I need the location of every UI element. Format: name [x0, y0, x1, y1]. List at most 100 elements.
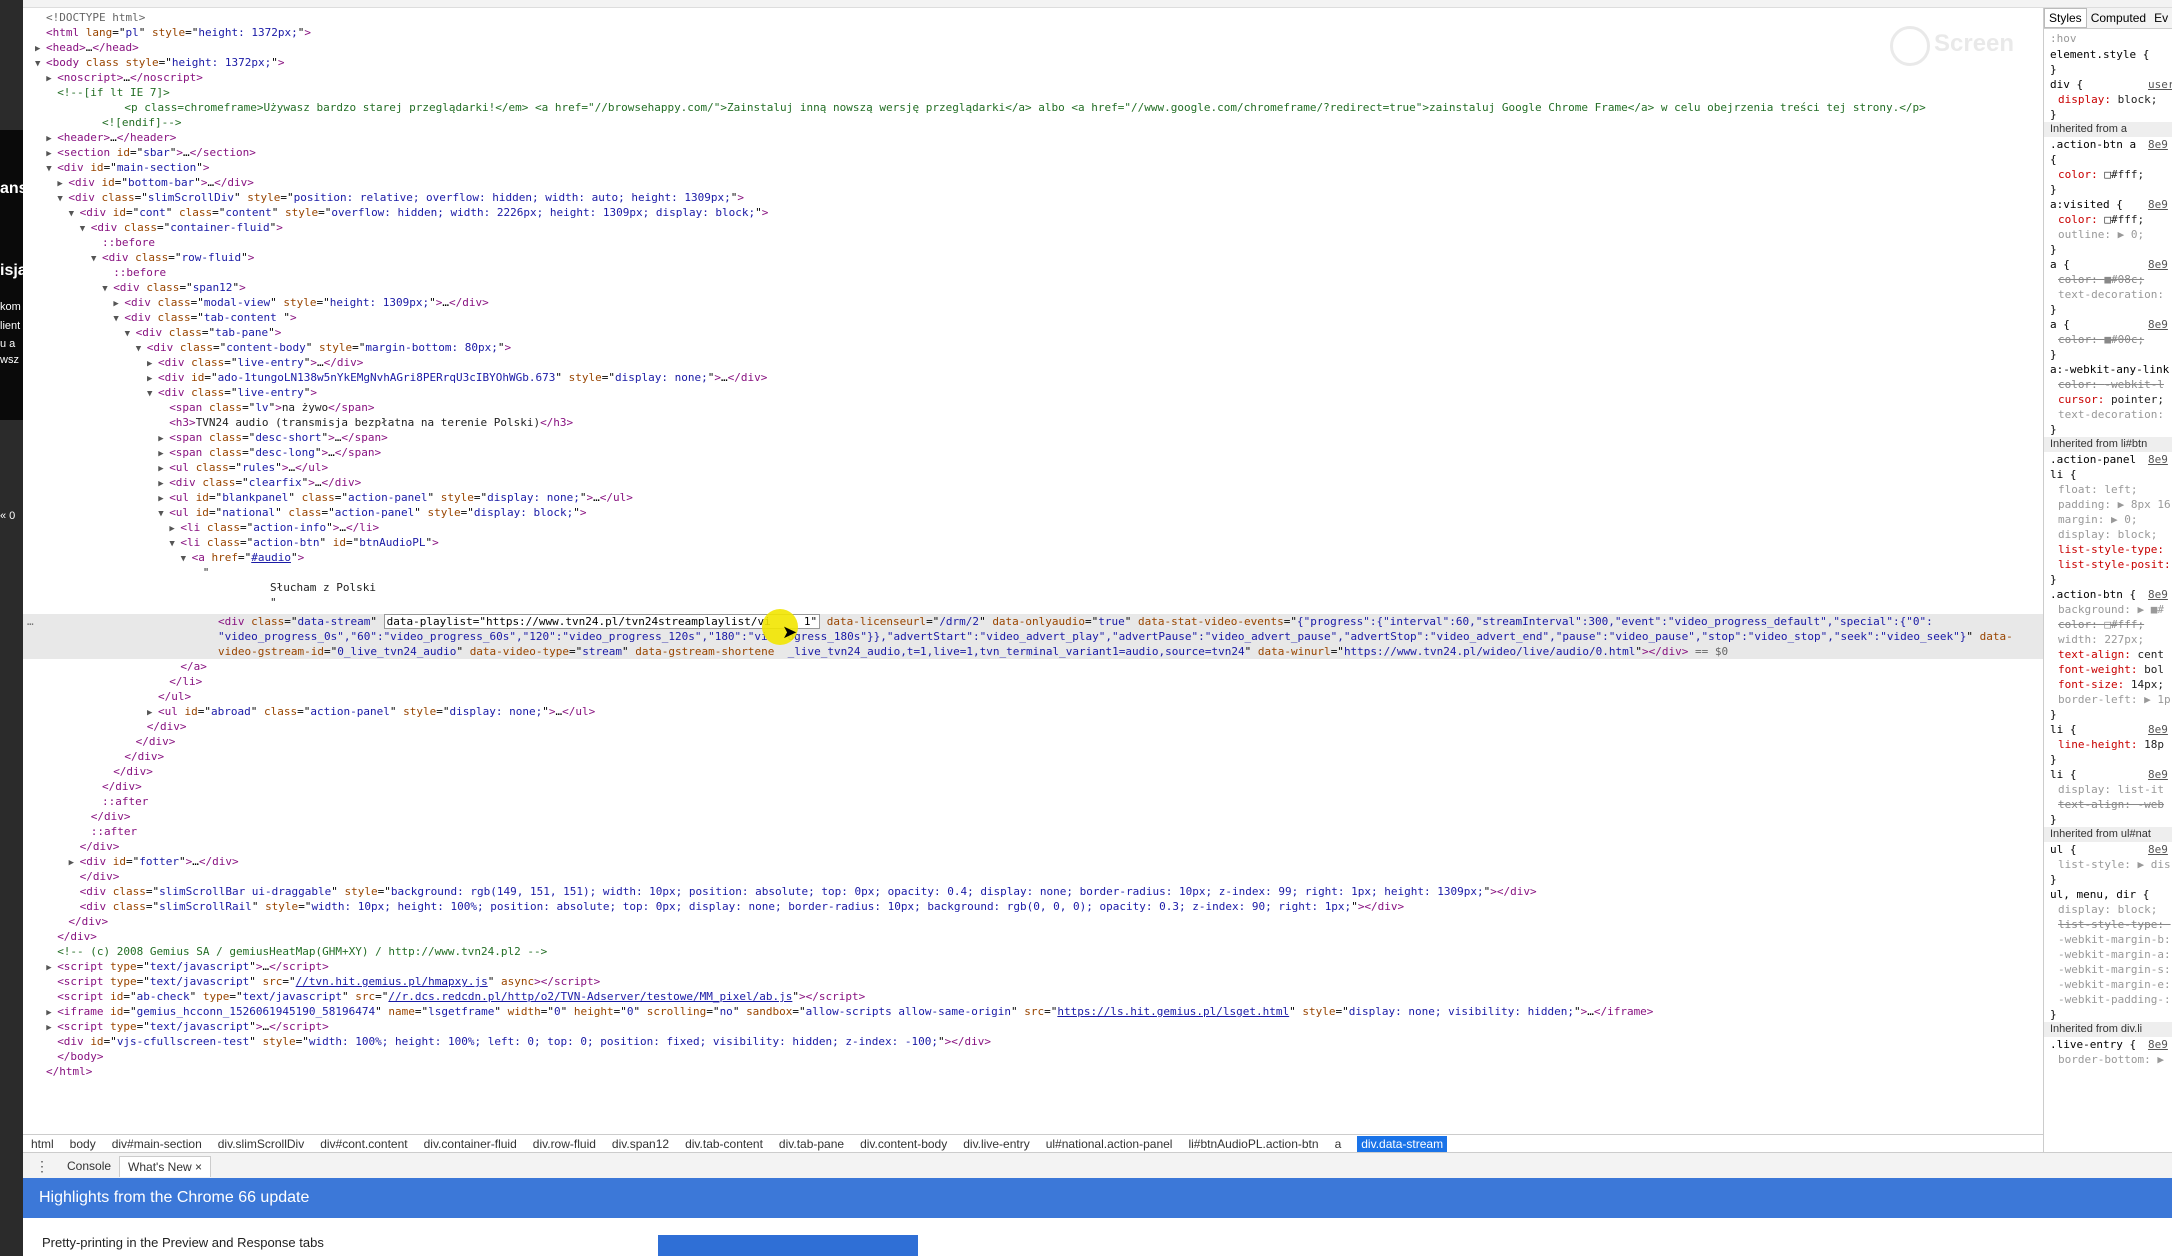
dom-node-row[interactable]: Słucham z Polski	[23, 580, 2043, 595]
dom-node-row[interactable]: ▼ <div class="tab-pane">	[23, 325, 2043, 340]
css-property[interactable]: display: list-it	[2058, 782, 2172, 797]
css-selector[interactable]: div {	[2050, 77, 2172, 92]
dom-node-row[interactable]: </ul>	[23, 689, 2043, 704]
dom-node-row[interactable]: ▼ <div class="tab-content ">	[23, 310, 2043, 325]
tab-whats-new[interactable]: What's New ×	[119, 1155, 212, 1177]
breadcrumb-item[interactable]: ul#national.action-panel	[1046, 1137, 1173, 1151]
dom-node-row[interactable]: ▼ <div class="content-body" style="margin…	[23, 340, 2043, 355]
dom-node-row[interactable]: <span class="lv">na żywo</span>	[23, 400, 2043, 415]
dom-node-row[interactable]: <div id="vjs-cfullscreen-test" style="wi…	[23, 1034, 2043, 1049]
css-rule-close[interactable]: }	[2050, 107, 2172, 122]
selected-dom-node[interactable]: … <div class="data-stream" data-playlist=…	[23, 614, 2043, 659]
dom-node-row[interactable]: ▶ <head>…</head>	[23, 40, 2043, 55]
css-property[interactable]: -webkit-margin-b:	[2058, 932, 2172, 947]
dom-node-row[interactable]: </div>	[23, 764, 2043, 779]
breadcrumb-item[interactable]: div#cont.content	[320, 1137, 407, 1151]
dom-node-row[interactable]: <!DOCTYPE html>	[23, 10, 2043, 25]
css-property[interactable]: float: left;	[2058, 482, 2172, 497]
dom-node-row[interactable]: ▶ <div id="ado-1tungoLN138w5nYkEMgNvhAGri…	[23, 370, 2043, 385]
dom-node-row[interactable]: ▼ <li class="action-btn" id="btnAudioPL">	[23, 535, 2043, 550]
dom-node-row[interactable]: ▶ <script type="text/javascript">…</scrip…	[23, 1019, 2043, 1034]
styles-filter-input[interactable]: :hov	[2050, 31, 2172, 46]
breadcrumb-item[interactable]: div.content-body	[860, 1137, 947, 1151]
tab-console[interactable]: Console	[59, 1156, 119, 1176]
breadcrumb-item[interactable]: a	[1335, 1137, 1342, 1151]
css-property[interactable]: color: ■#08c;	[2058, 272, 2172, 287]
dom-node-row[interactable]: <p class=chromeframe>Używasz bardzo star…	[23, 100, 2043, 115]
css-property[interactable]: display: block;	[2058, 902, 2172, 917]
css-property[interactable]: margin: ▶ 0;	[2058, 512, 2172, 527]
dom-node-row[interactable]: <![endif]-->	[23, 115, 2043, 130]
css-rule-close[interactable]: }	[2050, 752, 2172, 767]
styles-tab[interactable]: Styles	[2044, 8, 2087, 28]
dom-node-row[interactable]: ▶ <header>…</header>	[23, 130, 2043, 145]
dom-node-row[interactable]: ::after	[23, 794, 2043, 809]
dom-node-row[interactable]: <html lang="pl" style="height: 1372px;">	[23, 25, 2043, 40]
dom-node-row[interactable]: ▼ <div class="span12">	[23, 280, 2043, 295]
css-rule-close[interactable]: }	[2050, 422, 2172, 437]
css-property[interactable]: text-align: -web	[2058, 797, 2172, 812]
css-property[interactable]: display: block;	[2058, 527, 2172, 542]
css-selector[interactable]: .action-btn a	[2050, 137, 2172, 152]
css-selector[interactable]: .live-entry {	[2050, 1037, 2172, 1052]
dom-node-row[interactable]: </a>	[23, 659, 2043, 674]
breadcrumb-item[interactable]: div.row-fluid	[533, 1137, 596, 1151]
css-selector[interactable]: ul {	[2050, 842, 2172, 857]
breadcrumb-item[interactable]: div.container-fluid	[424, 1137, 517, 1151]
dom-node-row[interactable]: "	[23, 565, 2043, 580]
css-rule-close[interactable]: }	[2050, 242, 2172, 257]
breadcrumb-item[interactable]: div.slimScrollDiv	[218, 1137, 304, 1151]
breadcrumb-item[interactable]: html	[31, 1137, 54, 1151]
dom-node-row[interactable]: </div>	[23, 749, 2043, 764]
breadcrumb-item[interactable]: div.tab-content	[685, 1137, 763, 1151]
dom-node-row[interactable]: </div>	[23, 719, 2043, 734]
dom-node-row[interactable]: ▼ <div id="main-section">	[23, 160, 2043, 175]
css-property[interactable]: width: 227px;	[2058, 632, 2172, 647]
css-property[interactable]: text-align: cent	[2058, 647, 2172, 662]
css-rule-close[interactable]: }	[2050, 347, 2172, 362]
breadcrumb-item[interactable]: div.span12	[612, 1137, 669, 1151]
css-property[interactable]: -webkit-margin-a:	[2058, 947, 2172, 962]
dom-node-row[interactable]: ▶ <span class="desc-long">…</span>	[23, 445, 2043, 460]
dom-node-row[interactable]: </div>	[23, 929, 2043, 944]
dom-node-row[interactable]: ▼ <ul id="national" class="action-panel" …	[23, 505, 2043, 520]
css-rule-close[interactable]: }	[2050, 302, 2172, 317]
css-property[interactable]: padding: ▶ 8px 16	[2058, 497, 2172, 512]
breadcrumb-item[interactable]: li#btnAudioPL.action-btn	[1188, 1137, 1318, 1151]
css-property[interactable]: background: ▶ ■#	[2058, 602, 2172, 617]
css-rule-close[interactable]: }	[2050, 707, 2172, 722]
css-property[interactable]: -webkit-margin-e:	[2058, 977, 2172, 992]
dom-node-row[interactable]: ▶ <section id="sbar">…</section>	[23, 145, 2043, 160]
css-selector[interactable]: a:-webkit-any-link	[2050, 362, 2172, 377]
dom-node-row[interactable]: </div>	[23, 839, 2043, 854]
css-property[interactable]: display: block;	[2058, 92, 2172, 107]
dom-node-row[interactable]: ▶ <div class="modal-view" style="height: …	[23, 295, 2043, 310]
dom-node-row[interactable]: ::before	[23, 235, 2043, 250]
dom-node-row[interactable]: </div>	[23, 734, 2043, 749]
css-property[interactable]: outline: ▶ 0;	[2058, 227, 2172, 242]
css-property[interactable]: color: □#fff;	[2058, 617, 2172, 632]
dom-node-row[interactable]: ::after	[23, 824, 2043, 839]
dom-node-row[interactable]: ▼ <div class="live-entry">	[23, 385, 2043, 400]
elements-tree-panel[interactable]: <!DOCTYPE html> <html lang="pl" style="he…	[23, 8, 2043, 1134]
dom-node-row[interactable]: </div>	[23, 869, 2043, 884]
css-property[interactable]: border-left: ▶ 1p	[2058, 692, 2172, 707]
dom-node-row[interactable]: <h3>TVN24 audio (transmisja bezpłatna na…	[23, 415, 2043, 430]
css-selector[interactable]: ul, menu, dir {	[2050, 887, 2172, 902]
dom-node-row[interactable]: ▼ <div class="container-fluid">	[23, 220, 2043, 235]
css-property[interactable]: list-style-type:	[2058, 917, 2172, 932]
breadcrumb-item[interactable]: body	[70, 1137, 96, 1151]
styles-tab[interactable]: Ev	[2150, 9, 2172, 27]
dom-node-row[interactable]: ▼ <body class style="height: 1372px;">	[23, 55, 2043, 70]
css-property[interactable]: -webkit-margin-s:	[2058, 962, 2172, 977]
dom-node-row[interactable]: </div>	[23, 779, 2043, 794]
css-property[interactable]: list-style-type:	[2058, 542, 2172, 557]
css-property[interactable]: text-decoration:	[2058, 287, 2172, 302]
css-selector[interactable]: a {	[2050, 257, 2172, 272]
dom-node-row[interactable]: ▶ <script type="text/javascript">…</scrip…	[23, 959, 2043, 974]
css-rule-close[interactable]: }	[2050, 812, 2172, 827]
css-selector[interactable]: li {	[2050, 767, 2172, 782]
css-property[interactable]: list-style-posit:	[2058, 557, 2172, 572]
css-property[interactable]: list-style: ▶ dis	[2058, 857, 2172, 872]
dom-node-row[interactable]: ▼ <div class="slimScrollDiv" style="posit…	[23, 190, 2043, 205]
